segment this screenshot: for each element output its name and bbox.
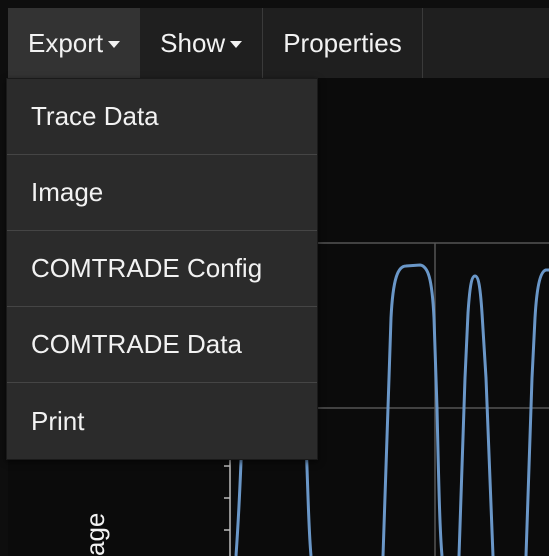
menu-item-comtrade-config[interactable]: COMTRADE Config xyxy=(7,231,317,307)
show-menu-button[interactable]: Show xyxy=(140,8,262,78)
menu-item-comtrade-data[interactable]: COMTRADE Data xyxy=(7,307,317,383)
menu-item-print[interactable]: Print xyxy=(7,383,317,459)
properties-button[interactable]: Properties xyxy=(263,8,422,78)
menu-item-trace-data[interactable]: Trace Data xyxy=(7,79,317,155)
waveform-trace xyxy=(381,263,444,556)
properties-label: Properties xyxy=(283,27,402,58)
y-axis-label: age xyxy=(80,512,110,556)
export-label: Export xyxy=(28,27,104,58)
toolbar: Export Show Properties xyxy=(8,8,549,78)
waveform-trace xyxy=(457,274,495,556)
toolbar-divider xyxy=(421,8,423,78)
menu-item-image[interactable]: Image xyxy=(7,155,317,231)
export-dropdown-menu: Trace Data Image COMTRADE Config COMTRAD… xyxy=(6,78,318,460)
caret-down-icon xyxy=(108,41,121,48)
export-menu-button[interactable]: Export xyxy=(8,8,141,78)
waveform-trace xyxy=(524,268,549,556)
show-label: Show xyxy=(160,27,226,58)
caret-down-icon xyxy=(230,41,243,48)
